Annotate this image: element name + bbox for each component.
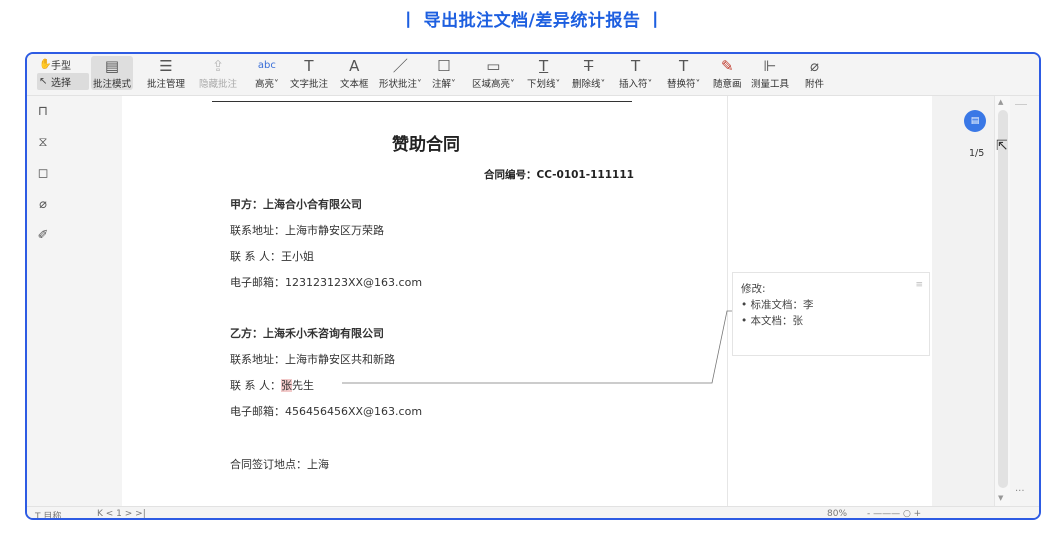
attachment-button[interactable]: ⌀ 附件	[805, 56, 824, 90]
annotation-mode-button[interactable]: ▤ 批注模式	[91, 56, 134, 90]
scroll-down-arrow-icon[interactable]: ▼	[998, 494, 1003, 502]
strikethrough-icon: T	[584, 57, 594, 75]
bookmark-icon[interactable]: ⊓	[27, 96, 59, 127]
highlight-icon: abc	[257, 60, 276, 71]
area-highlight-icon: ▭	[486, 57, 501, 75]
annotation-mode-icon: ▤	[104, 57, 120, 75]
shape-annotation-icon: ／	[392, 57, 408, 75]
document-page: 赞助合同 合同编号：CC-0101-111111 甲方：上海合小合有限公司 联系…	[122, 96, 932, 506]
area-highlight-label: 区域高亮˅	[472, 79, 515, 90]
insert-mark-icon: T	[631, 57, 641, 75]
left-sidebar: ⊓ ⧖ ◻ ⌀ ✐	[27, 96, 59, 506]
annotation-manage-icon: ☰	[159, 57, 173, 75]
insert-mark-label: 插入符˅	[619, 79, 653, 90]
textbox-label: 文本框	[340, 79, 369, 90]
right-panel: ▤ 1/5	[932, 96, 994, 506]
vertical-scrollbar[interactable]: ▲ ▼	[994, 96, 1010, 506]
paperclip-icon: ⌀	[809, 57, 820, 75]
textbox-button[interactable]: A 文本框	[340, 56, 369, 90]
underline-button[interactable]: T 下划线˅	[527, 56, 560, 90]
zoom-slider[interactable]: - ——— ○ +	[867, 509, 921, 518]
replace-mark-label: 替换符˅	[667, 79, 701, 90]
textbox-icon: A	[349, 57, 360, 75]
more-options-icon[interactable]: ···	[1015, 486, 1025, 497]
page-badge-icon[interactable]: ▤	[964, 110, 986, 132]
thumbnail-icon[interactable]: ⧖	[27, 127, 59, 158]
measure-label: 测量工具	[751, 79, 790, 90]
area-highlight-button[interactable]: ▭ 区域高亮˅	[472, 56, 515, 90]
freehand-button[interactable]: ✎ 随意画	[713, 56, 742, 90]
underline-icon: T	[539, 57, 549, 75]
scrollbar-thumb[interactable]	[998, 110, 1008, 488]
shape-annotation-button[interactable]: ／ 形状批注˅	[379, 56, 422, 90]
freehand-label: 随意画	[713, 79, 742, 90]
scroll-up-arrow-icon[interactable]: ▲	[998, 98, 1003, 106]
mouse-cursor-icon: ⇱	[996, 138, 1008, 154]
comment-title: 修改:	[741, 283, 766, 295]
comment-panel-icon[interactable]: ◻	[27, 158, 59, 189]
hand-icon: ✋	[39, 59, 52, 70]
hand-tool[interactable]: ✋ 手型	[37, 56, 89, 73]
pen-icon: ✎	[720, 57, 734, 75]
hide-annotation-label: 隐藏批注	[199, 79, 238, 90]
annotation-mode-label: 批注模式	[93, 79, 132, 90]
page-banner-title: 丨 导出批注文档/差异统计报告 丨	[399, 11, 665, 31]
hand-tool-label: 手型	[51, 61, 71, 72]
underline-label: 下划线˅	[527, 79, 561, 90]
status-bar: T 目称 K < 1 > >| 80% - ——— ○ +	[27, 506, 1039, 520]
hide-annotation-button[interactable]: ⇪ 隐藏批注	[199, 56, 237, 90]
measure-button[interactable]: ⊩ 测量工具	[751, 56, 789, 90]
panel-collapse-handle[interactable]	[1015, 104, 1027, 105]
attachment-panel-icon[interactable]: ⌀	[27, 189, 59, 220]
attachment-label: 附件	[805, 79, 825, 90]
text-annotation-label: 文字批注	[290, 79, 329, 90]
selection-mode-group: ✋ 手型 ↖ 选择	[37, 56, 89, 90]
shape-annotation-label: 形状批注˅	[379, 79, 422, 90]
status-left-label: T 目称	[35, 512, 62, 520]
strikethrough-label: 删除线˅	[572, 79, 606, 90]
note-button[interactable]: ☐ 注解˅	[432, 56, 456, 90]
note-icon: ☐	[437, 57, 451, 75]
select-tool[interactable]: ↖ 选择	[37, 73, 89, 90]
ruler-icon: ⊩	[763, 57, 777, 75]
highlight-label: 高亮˅	[255, 79, 279, 90]
replace-mark-icon: T	[679, 57, 689, 75]
insert-mark-button[interactable]: T 插入符˅	[619, 56, 652, 90]
page-indicator: 1/5	[969, 148, 985, 159]
strikethrough-button[interactable]: T 删除线˅	[572, 56, 605, 90]
page-navigation[interactable]: K < 1 > >|	[97, 509, 146, 518]
comment-menu-icon[interactable]: ≡	[915, 277, 923, 293]
highlight-button[interactable]: abc 高亮˅	[255, 56, 279, 90]
annotation-toolbar: ✋ 手型 ↖ 选择 ▤ 批注模式 ☰ 批注管理 ⇪ 隐藏批注 abc 高亮˅ T…	[27, 54, 1039, 96]
annotation-manage-button[interactable]: ☰ 批注管理	[147, 56, 185, 90]
text-annotation-button[interactable]: T 文字批注	[290, 56, 328, 90]
comment-line-2: • 本文档：张	[741, 315, 804, 327]
text-annotation-icon: T	[304, 57, 314, 75]
comment-line-1: • 标准文档：李	[741, 299, 814, 311]
select-tool-label: 选择	[51, 78, 71, 89]
app-window: ✋ 手型 ↖ 选择 ▤ 批注模式 ☰ 批注管理 ⇪ 隐藏批注 abc 高亮˅ T…	[25, 52, 1041, 520]
pointer-icon: ↖	[39, 76, 48, 87]
hide-annotation-icon: ⇪	[211, 57, 225, 75]
annotation-manage-label: 批注管理	[147, 79, 186, 90]
zoom-level[interactable]: 80%	[827, 509, 847, 518]
replace-mark-button[interactable]: T 替换符˅	[667, 56, 700, 90]
signature-icon[interactable]: ✐	[27, 220, 59, 251]
note-label: 注解˅	[432, 79, 456, 90]
annotation-comment-box[interactable]: ≡ 修改: • 标准文档：李 • 本文档：张	[732, 272, 930, 356]
